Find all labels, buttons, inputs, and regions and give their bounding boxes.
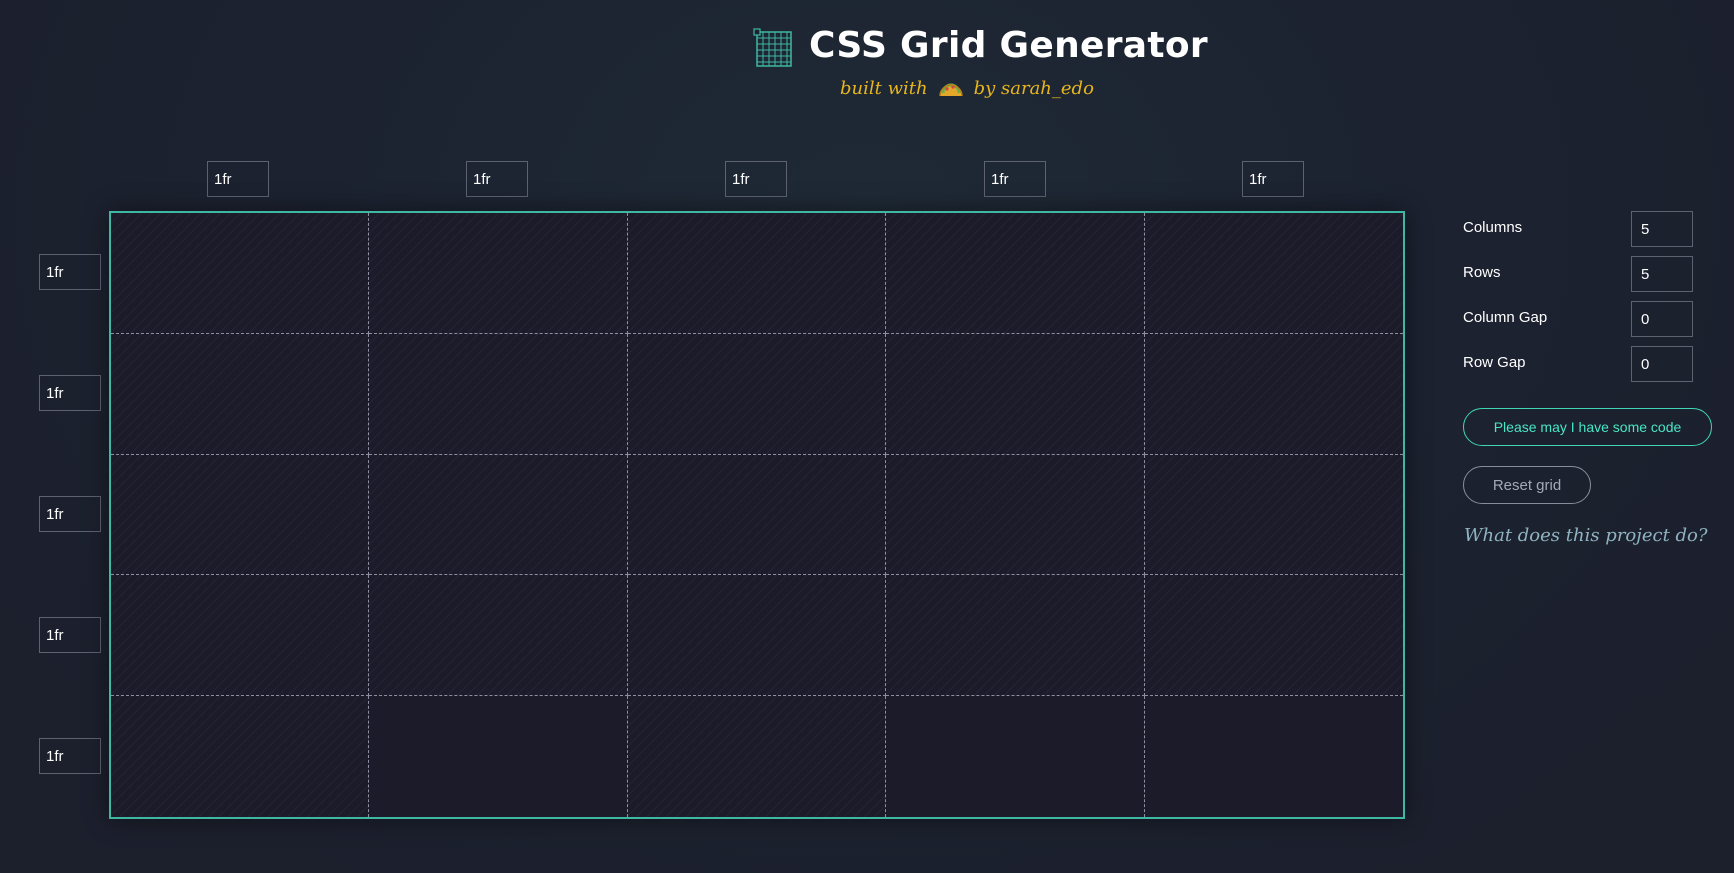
column-track-input[interactable] xyxy=(466,161,528,197)
grid-cell[interactable] xyxy=(627,454,887,576)
grid-cell[interactable] xyxy=(369,696,628,817)
grid-cell[interactable] xyxy=(627,696,887,817)
grid-cell[interactable] xyxy=(627,213,887,334)
row-track-input[interactable] xyxy=(39,617,101,653)
grid-cell[interactable] xyxy=(1144,333,1403,455)
subtitle-prefix: built with xyxy=(840,78,928,99)
grid-cell[interactable] xyxy=(1145,696,1403,817)
grid-cell[interactable] xyxy=(111,454,370,576)
column-track-input[interactable] xyxy=(207,161,269,197)
row-track-input[interactable] xyxy=(39,496,101,532)
grid-preview[interactable] xyxy=(109,211,1405,819)
grid-cell[interactable] xyxy=(1144,575,1403,697)
reset-grid-button[interactable]: Reset grid xyxy=(1463,466,1591,504)
grid-cell[interactable] xyxy=(886,213,1145,334)
grid-cell[interactable] xyxy=(111,213,370,334)
grid-cell[interactable] xyxy=(886,454,1145,576)
columns-label: Columns xyxy=(1463,219,1523,236)
row-track-input[interactable] xyxy=(39,254,101,290)
grid-cell[interactable] xyxy=(1144,213,1403,334)
column-track-input[interactable] xyxy=(984,161,1046,197)
taco-icon xyxy=(938,83,963,96)
grid-cell[interactable] xyxy=(369,213,628,334)
grid-cell[interactable] xyxy=(111,333,370,455)
column-gap-input[interactable] xyxy=(1631,301,1693,337)
grid-cell[interactable] xyxy=(627,575,887,697)
app-header: CSS Grid Generator built with by sarah_e… xyxy=(0,0,1734,110)
grid-cell[interactable] xyxy=(886,333,1145,455)
grid-cell[interactable] xyxy=(111,696,370,817)
column-gap-label: Column Gap xyxy=(1463,309,1548,326)
grid-cell[interactable] xyxy=(111,575,370,697)
columns-input[interactable] xyxy=(1631,211,1693,247)
row-gap-input[interactable] xyxy=(1631,346,1693,382)
rows-input[interactable] xyxy=(1631,256,1693,292)
row-gap-label: Row Gap xyxy=(1463,354,1526,371)
row-track-input[interactable] xyxy=(39,375,101,411)
column-track-input[interactable] xyxy=(725,161,787,197)
subtitle-suffix: by sarah_edo xyxy=(973,78,1094,99)
grid-cell[interactable] xyxy=(886,696,1145,817)
app-title: CSS Grid Generator xyxy=(809,25,1208,66)
grid-cell[interactable] xyxy=(369,454,628,576)
app-subtitle: built with by sarah_edo xyxy=(840,78,1094,99)
grid-cell[interactable] xyxy=(1144,454,1403,576)
grid-cell[interactable] xyxy=(369,333,628,455)
row-track-input[interactable] xyxy=(39,738,101,774)
grid-cell[interactable] xyxy=(886,575,1145,697)
rows-label: Rows xyxy=(1463,264,1501,281)
about-project-link[interactable]: What does this project do? xyxy=(1464,525,1708,546)
column-track-input[interactable] xyxy=(1242,161,1304,197)
grid-logo-icon xyxy=(753,28,792,67)
grid-cell[interactable] xyxy=(627,333,887,455)
grid-cell[interactable] xyxy=(369,575,628,697)
get-code-button[interactable]: Please may I have some code xyxy=(1463,408,1712,446)
